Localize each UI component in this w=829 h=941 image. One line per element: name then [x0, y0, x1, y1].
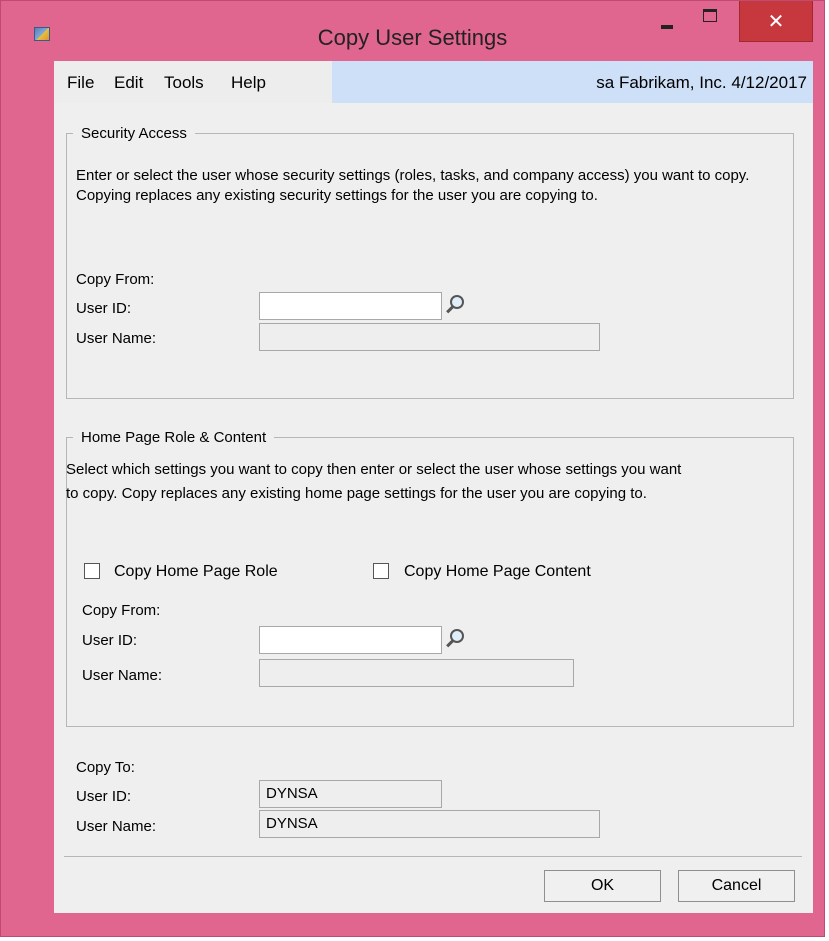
user-id-label: User ID:	[82, 632, 138, 649]
security-user-name-field	[259, 323, 600, 351]
cancel-button[interactable]: Cancel	[678, 870, 795, 902]
copy-home-page-content-label[interactable]: Copy Home Page Content	[404, 562, 591, 582]
copy-to-label: Copy To:	[76, 759, 135, 776]
home-page-legend: Home Page Role & Content	[81, 429, 267, 446]
menu-file[interactable]: File	[67, 73, 94, 93]
user-date-status: sa Fabrikam, Inc. 4/12/2017	[332, 61, 813, 103]
maximize-button[interactable]	[689, 1, 733, 43]
user-name-label: User Name:	[76, 330, 157, 347]
home-page-user-name-field	[259, 659, 574, 687]
copy-home-page-role-label[interactable]: Copy Home Page Role	[114, 562, 278, 582]
home-page-description: Select which settings you want to copy t…	[66, 461, 682, 502]
security-access-description: Enter or select the user whose security …	[76, 167, 750, 204]
security-user-id-input[interactable]	[259, 292, 442, 320]
ok-button[interactable]: OK	[544, 870, 661, 902]
user-id-label: User ID:	[76, 300, 132, 317]
home-page-user-lookup-button[interactable]	[440, 626, 466, 652]
copy-home-page-role-checkbox[interactable]	[84, 563, 100, 579]
copy-to-user-name-field: DYNSA	[259, 810, 600, 838]
security-access-legend: Security Access	[81, 125, 187, 142]
close-icon: ✕	[767, 11, 785, 33]
minimize-icon	[661, 25, 673, 29]
user-id-label: User ID:	[76, 788, 132, 805]
copy-from-label: Copy From:	[76, 271, 155, 288]
menu-bar: File Edit Tools Help sa Fabrikam, Inc. 4…	[54, 61, 813, 103]
status-text: sa Fabrikam, Inc. 4/12/2017	[596, 73, 807, 92]
user-name-label: User Name:	[82, 667, 163, 684]
minimize-button[interactable]	[647, 1, 687, 43]
security-user-lookup-button[interactable]	[440, 292, 466, 318]
home-page-user-id-input[interactable]	[259, 626, 442, 654]
menu-tools[interactable]: Tools	[164, 73, 204, 93]
user-name-label: User Name:	[76, 818, 157, 835]
copy-home-page-content-checkbox[interactable]	[373, 563, 389, 579]
menu-help[interactable]: Help	[231, 73, 266, 93]
dialog-body: Security Access Enter or select the user…	[54, 103, 813, 913]
maximize-icon	[703, 9, 717, 22]
close-button[interactable]: ✕	[739, 1, 813, 42]
button-divider	[64, 856, 802, 857]
title-bar[interactable]: Copy User Settings ✕	[1, 1, 824, 55]
menu-edit[interactable]: Edit	[114, 73, 143, 93]
window-frame: Copy User Settings ✕ File Edit Tools Hel…	[0, 0, 825, 937]
copy-from-label: Copy From:	[82, 602, 161, 619]
copy-to-user-id-field: DYNSA	[259, 780, 442, 808]
